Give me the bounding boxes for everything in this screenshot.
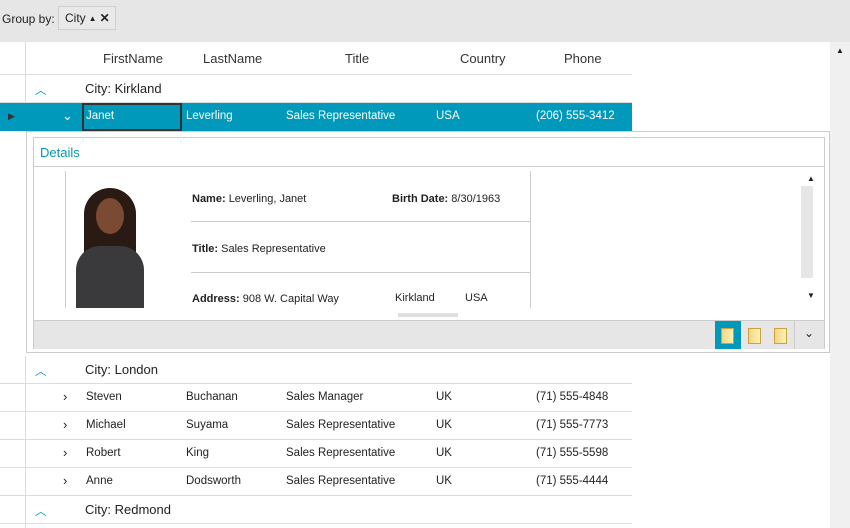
table-row[interactable]: › Robert King Sales Representative UK (71) 55… — [0, 440, 632, 468]
sort-ascending-icon: ▲ — [88, 13, 97, 23]
scroll-up-icon[interactable]: ▲ — [836, 46, 844, 55]
folder-icon[interactable] — [774, 328, 787, 344]
expand-details-icon[interactable]: › — [63, 445, 67, 460]
group-row-redmond[interactable]: ︿ City: Redmond — [0, 496, 632, 528]
cell-last[interactable]: Dodsworth — [186, 475, 241, 487]
current-row-indicator-icon: ▶ — [8, 111, 15, 121]
cell-title[interactable]: Sales Manager — [286, 391, 363, 403]
horizontal-scrollbar-thumb[interactable] — [398, 313, 458, 317]
cell-last[interactable]: Suyama — [186, 419, 228, 431]
column-header-country[interactable]: Country — [460, 51, 506, 66]
group-row-london[interactable]: ︿ City: London — [0, 356, 632, 384]
cell-last[interactable]: King — [186, 447, 209, 459]
collapse-details-icon[interactable]: ⌄ — [62, 108, 73, 124]
group-by-label: Group by: — [2, 12, 55, 26]
scroll-down-icon[interactable]: ▼ — [807, 291, 815, 300]
collapse-group-icon[interactable]: ︿ — [35, 363, 47, 379]
cell-last[interactable]: Buchanan — [186, 391, 238, 403]
folder-icon[interactable] — [748, 328, 761, 344]
cell-lastname[interactable]: Leverling — [186, 110, 233, 122]
cell-country[interactable]: UK — [436, 447, 452, 459]
cell-title[interactable]: Sales Representative — [286, 475, 395, 487]
detail-city: Kirkland — [395, 292, 435, 304]
group-panel: Group by: City ▲ ✕ — [0, 0, 850, 42]
cell-country[interactable]: USA — [436, 110, 460, 122]
details-title: Details — [40, 145, 80, 160]
group-header-label: City: Redmond — [85, 502, 171, 517]
table-row[interactable]: › Anne Dodsworth Sales Representative UK (71)… — [0, 468, 632, 496]
detail-address: Address: 908 W. Capital Way — [192, 293, 339, 305]
group-header-label: City: Kirkland — [85, 81, 162, 96]
cell-first[interactable]: Steven — [86, 391, 122, 403]
cell-phone[interactable]: (71) 555-4444 — [536, 475, 608, 487]
table-row[interactable]: › Steven Buchanan Sales Manager UK (71) 555-4… — [0, 384, 632, 412]
vertical-scrollbar[interactable]: ▲ — [830, 42, 850, 528]
scroll-up-icon[interactable]: ▲ — [807, 174, 815, 183]
cell-phone[interactable]: (71) 555-7773 — [536, 419, 608, 431]
details-vertical-scrollbar[interactable] — [801, 186, 813, 278]
column-header-row: FirstName LastName Title Country Phone — [0, 42, 632, 75]
table-row-selected[interactable]: ▶ ⌄ Janet Leverling Sales Representative… — [0, 103, 632, 131]
close-icon[interactable]: ✕ — [100, 11, 110, 25]
group-header-label: City: London — [85, 362, 158, 377]
collapse-group-icon[interactable]: ︿ — [35, 503, 47, 519]
collapse-group-icon[interactable]: ︿ — [35, 82, 47, 98]
cell-country[interactable]: UK — [436, 475, 452, 487]
group-chip-label: City — [65, 11, 86, 25]
detail-title: Title: Sales Representative — [192, 243, 326, 255]
cell-first[interactable]: Anne — [86, 475, 113, 487]
cell-title[interactable]: Sales Representative — [286, 419, 395, 431]
detail-country: USA — [465, 292, 488, 304]
cell-firstname[interactable]: Janet — [86, 110, 114, 122]
cell-country[interactable]: UK — [436, 419, 452, 431]
cell-first[interactable]: Robert — [86, 447, 121, 459]
group-chip-city[interactable]: City ▲ ✕ — [58, 6, 116, 30]
cell-country[interactable]: UK — [436, 391, 452, 403]
detail-birth-date: Birth Date: 8/30/1963 — [392, 193, 501, 205]
cell-first[interactable]: Michael — [86, 419, 126, 431]
column-header-phone[interactable]: Phone — [564, 51, 602, 66]
group-row-kirkland[interactable]: ︿ City: Kirkland — [0, 75, 632, 103]
table-row[interactable]: › Michael Suyama Sales Representative UK (71)… — [0, 412, 632, 440]
detail-name: Name: Leverling, Janet — [192, 193, 307, 205]
column-header-title[interactable]: Title — [345, 51, 369, 66]
column-header-lastname[interactable]: LastName — [203, 51, 262, 66]
chevron-down-icon[interactable]: ⌄ — [804, 326, 814, 340]
cell-phone[interactable]: (71) 555-5598 — [536, 447, 608, 459]
cell-title[interactable]: Sales Representative — [286, 110, 395, 122]
row-details-panel: Details Name: Leverling, Janet Birth Dat… — [26, 131, 830, 353]
column-header-firstname[interactable]: FirstName — [103, 51, 163, 66]
expand-details-icon[interactable]: › — [63, 417, 67, 432]
cell-phone[interactable]: (206) 555-3412 — [536, 110, 615, 122]
cell-phone[interactable]: (71) 555-4848 — [536, 391, 608, 403]
folder-icon — [721, 328, 734, 344]
employee-photo — [74, 188, 146, 308]
cell-title[interactable]: Sales Representative — [286, 447, 395, 459]
expand-details-icon[interactable]: › — [63, 473, 67, 488]
expand-details-icon[interactable]: › — [63, 389, 67, 404]
details-toolbar: ⌄ — [34, 320, 824, 349]
view-button-active[interactable] — [715, 321, 741, 349]
